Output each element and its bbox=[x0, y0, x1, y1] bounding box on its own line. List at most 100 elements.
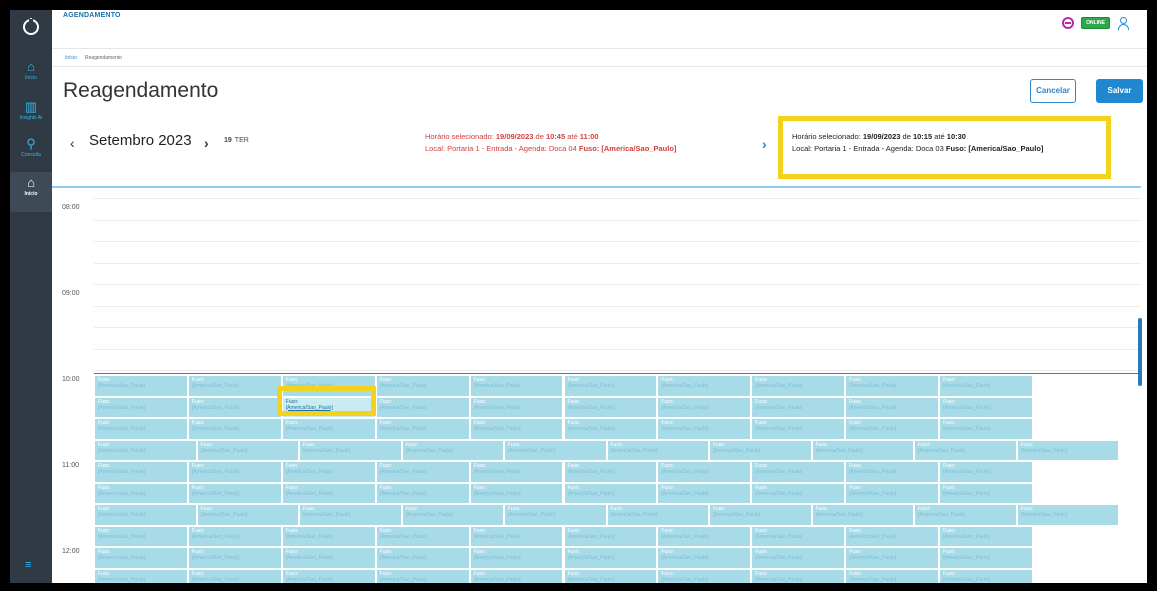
time-slot[interactable]: Fuso: [America/Sao_Paulo] bbox=[469, 547, 564, 569]
time-slot[interactable]: Fuso: [America/Sao_Paulo] bbox=[94, 375, 188, 397]
time-slot[interactable]: Fuso: [America/Sao_Paulo] bbox=[187, 375, 282, 397]
time-slot[interactable]: Fuso: [America/Sao_Paulo] bbox=[939, 525, 1033, 547]
time-slot[interactable]: Fuso: [America/Sao_Paulo] bbox=[375, 568, 470, 583]
time-slot[interactable]: Fuso: [America/Sao_Paulo] bbox=[281, 461, 376, 483]
save-button[interactable]: Salvar bbox=[1096, 79, 1143, 103]
time-slot[interactable]: Fuso: [America/Sao_Paulo] bbox=[469, 525, 564, 547]
time-slot[interactable]: Fuso: [America/Sao_Paulo] bbox=[845, 461, 940, 483]
time-slot[interactable]: Fuso: [America/Sao_Paulo] bbox=[187, 568, 282, 583]
time-slot[interactable]: Fuso: [America/Sao_Paulo] bbox=[281, 482, 376, 504]
time-slot[interactable]: Fuso: [America/Sao_Paulo] bbox=[299, 439, 402, 461]
time-slot[interactable]: Fuso: [America/Sao_Paulo] bbox=[94, 568, 188, 583]
time-slot[interactable]: Fuso: [America/Sao_Paulo] bbox=[94, 504, 197, 526]
sidebar-item-consulta[interactable]: ⚲ Consulta bbox=[10, 133, 52, 173]
time-slot[interactable]: Fuso: [America/Sao_Paulo] bbox=[469, 568, 564, 583]
time-slot[interactable]: Fuso: [America/Sao_Paulo] bbox=[845, 396, 940, 418]
power-logo-icon[interactable] bbox=[23, 18, 39, 35]
time-slot[interactable]: Fuso: [America/Sao_Paulo] bbox=[187, 396, 282, 418]
time-slot[interactable]: Fuso: [America/Sao_Paulo] bbox=[657, 375, 752, 397]
time-slot[interactable]: Fuso: [America/Sao_Paulo] bbox=[657, 461, 752, 483]
time-slot[interactable]: Fuso: [America/Sao_Paulo] bbox=[657, 482, 752, 504]
time-slot[interactable]: Fuso: [America/Sao_Paulo] bbox=[939, 547, 1033, 569]
time-slot[interactable]: Fuso: [America/Sao_Paulo] bbox=[939, 568, 1033, 583]
time-slot[interactable]: Fuso: [America/Sao_Paulo] bbox=[94, 525, 188, 547]
time-slot[interactable]: Fuso: [America/Sao_Paulo] bbox=[504, 504, 607, 526]
user-icon[interactable] bbox=[1117, 17, 1129, 30]
time-slot[interactable]: Fuso: [America/Sao_Paulo] bbox=[563, 482, 658, 504]
time-slot[interactable]: Fuso: [America/Sao_Paulo] bbox=[657, 396, 752, 418]
time-slot[interactable]: Fuso: [America/Sao_Paulo] bbox=[187, 482, 282, 504]
time-slot[interactable]: Fuso: [America/Sao_Paulo] bbox=[375, 461, 470, 483]
time-slot[interactable]: Fuso: [America/Sao_Paulo] bbox=[563, 568, 658, 583]
time-slot[interactable]: Fuso: [America/Sao_Paulo] bbox=[751, 525, 846, 547]
time-slot[interactable]: Fuso: [America/Sao_Paulo] bbox=[751, 547, 846, 569]
time-slot[interactable]: Fuso: [America/Sao_Paulo] bbox=[811, 504, 914, 526]
time-slot[interactable]: Fuso: [America/Sao_Paulo] bbox=[751, 375, 846, 397]
breadcrumb-home-link[interactable]: Início bbox=[65, 55, 77, 61]
chevron-right-icon[interactable]: › bbox=[204, 135, 209, 151]
time-slot[interactable]: Fuso: [America/Sao_Paulo] bbox=[187, 461, 282, 483]
time-slot[interactable]: Fuso: [America/Sao_Paulo] bbox=[845, 568, 940, 583]
time-slot[interactable]: Fuso: [America/Sao_Paulo] bbox=[751, 418, 846, 440]
time-slot[interactable]: Fuso: [America/Sao_Paulo] bbox=[94, 547, 188, 569]
time-slot[interactable]: Fuso: [America/Sao_Paulo] bbox=[845, 482, 940, 504]
sidebar-item-insights[interactable]: ▥ Insights AI bbox=[10, 96, 52, 136]
time-slot[interactable]: Fuso: [America/Sao_Paulo] bbox=[657, 547, 752, 569]
time-slot[interactable]: Fuso: [America/Sao_Paulo] bbox=[469, 461, 564, 483]
time-slot[interactable]: Fuso: [America/Sao_Paulo] bbox=[187, 547, 282, 569]
time-slot[interactable]: Fuso: [America/Sao_Paulo] bbox=[401, 504, 504, 526]
time-slot[interactable]: Fuso: [America/Sao_Paulo] bbox=[709, 439, 812, 461]
time-slot[interactable]: Fuso: [America/Sao_Paulo] bbox=[606, 439, 709, 461]
time-slot[interactable]: Fuso: [America/Sao_Paulo] bbox=[94, 482, 188, 504]
time-slot[interactable]: Fuso: [America/Sao_Paulo] bbox=[914, 504, 1017, 526]
time-slot[interactable]: Fuso: [America/Sao_Paulo] bbox=[563, 396, 658, 418]
time-slot[interactable]: Fuso: [America/Sao_Paulo] bbox=[1016, 439, 1119, 461]
time-slot[interactable]: Fuso: [America/Sao_Paulo] bbox=[281, 418, 376, 440]
time-slot[interactable]: Fuso: [America/Sao_Paulo] bbox=[939, 418, 1033, 440]
time-slot[interactable]: Fuso: [America/Sao_Paulo] bbox=[94, 396, 188, 418]
time-slot[interactable]: Fuso: [America/Sao_Paulo] bbox=[94, 439, 197, 461]
time-slot[interactable]: Fuso: [America/Sao_Paulo] bbox=[375, 375, 470, 397]
time-slot[interactable]: Fuso: [America/Sao_Paulo] bbox=[657, 568, 752, 583]
time-slot[interactable]: Fuso: [America/Sao_Paulo] bbox=[845, 418, 940, 440]
time-slot[interactable]: Fuso: [America/Sao_Paulo] bbox=[281, 568, 376, 583]
time-slot[interactable]: Fuso: [America/Sao_Paulo] bbox=[401, 439, 504, 461]
time-slot[interactable]: Fuso: [America/Sao_Paulo] bbox=[939, 396, 1033, 418]
time-slot[interactable]: Fuso: [America/Sao_Paulo] bbox=[469, 482, 564, 504]
time-slot[interactable]: Fuso: [America/Sao_Paulo] bbox=[657, 525, 752, 547]
time-slot[interactable]: Fuso: [America/Sao_Paulo] bbox=[563, 461, 658, 483]
time-slot[interactable]: Fuso: [America/Sao_Paulo] bbox=[1016, 504, 1119, 526]
time-slot[interactable]: Fuso: [America/Sao_Paulo] bbox=[709, 504, 812, 526]
time-slot[interactable]: Fuso: [America/Sao_Paulo] bbox=[196, 439, 299, 461]
time-slot[interactable]: Fuso: [America/Sao_Paulo] bbox=[939, 375, 1033, 397]
time-slot[interactable]: Fuso: [America/Sao_Paulo] bbox=[94, 418, 188, 440]
time-slot[interactable]: Fuso: [America/Sao_Paulo] bbox=[469, 396, 564, 418]
time-slot[interactable]: Fuso: [America/Sao_Paulo] bbox=[751, 482, 846, 504]
cancel-button[interactable]: Cancelar bbox=[1030, 79, 1076, 103]
time-slot[interactable]: Fuso: [America/Sao_Paulo] bbox=[469, 418, 564, 440]
time-slot[interactable]: Fuso: [America/Sao_Paulo] bbox=[196, 504, 299, 526]
time-slot[interactable]: Fuso: [America/Sao_Paulo] bbox=[751, 461, 846, 483]
time-slot[interactable]: Fuso: [America/Sao_Paulo] bbox=[563, 525, 658, 547]
time-slot[interactable]: Fuso: [America/Sao_Paulo] bbox=[811, 439, 914, 461]
time-slot[interactable]: Fuso: [America/Sao_Paulo] bbox=[751, 396, 846, 418]
time-slot[interactable]: Fuso: [America/Sao_Paulo] bbox=[281, 525, 376, 547]
sidebar-item-inicio-active[interactable]: ⌂ Início bbox=[10, 172, 52, 212]
time-slot[interactable]: Fuso: [America/Sao_Paulo] bbox=[375, 482, 470, 504]
time-slot[interactable]: Fuso: [America/Sao_Paulo] bbox=[845, 547, 940, 569]
time-slot[interactable]: Fuso: [America/Sao_Paulo] bbox=[375, 396, 470, 418]
time-slot[interactable]: Fuso: [America/Sao_Paulo] bbox=[187, 525, 282, 547]
time-slot[interactable]: Fuso: [America/Sao_Paulo] bbox=[504, 439, 607, 461]
time-slot[interactable]: Fuso: [America/Sao_Paulo] bbox=[187, 418, 282, 440]
time-slot[interactable]: Fuso: [America/Sao_Paulo] bbox=[563, 375, 658, 397]
time-slot[interactable]: Fuso: [America/Sao_Paulo] bbox=[281, 547, 376, 569]
time-slot[interactable]: Fuso: [America/Sao_Paulo] bbox=[94, 461, 188, 483]
status-icon[interactable] bbox=[1062, 17, 1075, 29]
time-slot[interactable]: Fuso: [America/Sao_Paulo] bbox=[375, 525, 470, 547]
time-slot[interactable]: Fuso: [America/Sao_Paulo] bbox=[751, 568, 846, 583]
time-slot[interactable]: Fuso: [America/Sao_Paulo] bbox=[299, 504, 402, 526]
chevron-left-icon[interactable]: ‹ bbox=[70, 135, 75, 151]
time-slot[interactable]: Fuso: [America/Sao_Paulo] bbox=[939, 461, 1033, 483]
time-slot[interactable]: Fuso: [America/Sao_Paulo] bbox=[845, 375, 940, 397]
time-slot[interactable]: Fuso: [America/Sao_Paulo] bbox=[375, 547, 470, 569]
